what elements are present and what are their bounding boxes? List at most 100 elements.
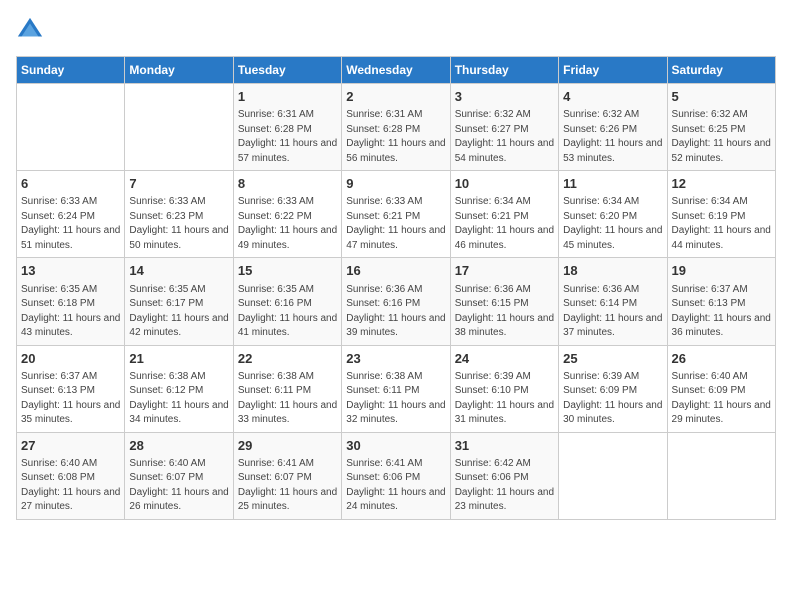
calendar-cell: 7 Sunrise: 6:33 AM Sunset: 6:23 PM Daylig…	[125, 171, 233, 258]
calendar-cell: 18 Sunrise: 6:36 AM Sunset: 6:14 PM Dayli…	[559, 258, 667, 345]
day-info: Sunrise: 6:31 AM Sunset: 6:28 PM Dayligh…	[238, 108, 337, 166]
day-number: 29	[238, 437, 337, 455]
calendar-cell: 1 Sunrise: 6:31 AM Sunset: 6:28 PM Daylig…	[233, 84, 341, 171]
day-info: Sunrise: 6:35 AM Sunset: 6:18 PM Dayligh…	[21, 283, 120, 341]
calendar-body: 1 Sunrise: 6:31 AM Sunset: 6:28 PM Daylig…	[17, 84, 776, 520]
calendar-cell: 31 Sunrise: 6:42 AM Sunset: 6:06 PM Dayli…	[450, 432, 558, 519]
calendar-cell: 29 Sunrise: 6:41 AM Sunset: 6:07 PM Dayli…	[233, 432, 341, 519]
day-number: 6	[21, 175, 120, 193]
calendar-week-2: 6 Sunrise: 6:33 AM Sunset: 6:24 PM Daylig…	[17, 171, 776, 258]
day-info: Sunrise: 6:35 AM Sunset: 6:17 PM Dayligh…	[129, 283, 228, 341]
day-number: 23	[346, 350, 445, 368]
day-info: Sunrise: 6:32 AM Sunset: 6:25 PM Dayligh…	[672, 108, 771, 166]
calendar-cell	[125, 84, 233, 171]
header-cell-thursday: Thursday	[450, 57, 558, 84]
day-number: 9	[346, 175, 445, 193]
day-number: 16	[346, 262, 445, 280]
day-number: 7	[129, 175, 228, 193]
day-number: 4	[563, 88, 662, 106]
calendar-cell: 3Sunrise: 6:32 AM Sunset: 6:27 PM Daylig…	[450, 84, 558, 171]
calendar-cell: 23 Sunrise: 6:38 AM Sunset: 6:11 PM Dayli…	[342, 345, 450, 432]
calendar-cell	[559, 432, 667, 519]
day-info: Sunrise: 6:39 AM Sunset: 6:10 PM Dayligh…	[455, 370, 554, 428]
logo	[16, 16, 48, 44]
day-number: 30	[346, 437, 445, 455]
day-number: 22	[238, 350, 337, 368]
day-number: 3	[455, 88, 554, 106]
calendar-header: SundayMondayTuesdayWednesdayThursdayFrid…	[17, 57, 776, 84]
header-cell-friday: Friday	[559, 57, 667, 84]
day-info: Sunrise: 6:39 AM Sunset: 6:09 PM Dayligh…	[563, 370, 662, 428]
day-number: 26	[672, 350, 771, 368]
day-number: 14	[129, 262, 228, 280]
day-number: 12	[672, 175, 771, 193]
calendar-cell: 12 Sunrise: 6:34 AM Sunset: 6:19 PM Dayli…	[667, 171, 775, 258]
calendar-cell: 10 Sunrise: 6:34 AM Sunset: 6:21 PM Dayli…	[450, 171, 558, 258]
calendar-cell: 16Sunrise: 6:36 AM Sunset: 6:16 PM Dayli…	[342, 258, 450, 345]
calendar-cell: 15 Sunrise: 6:35 AM Sunset: 6:16 PM Dayli…	[233, 258, 341, 345]
day-number: 1	[238, 88, 337, 106]
day-info: Sunrise: 6:34 AM Sunset: 6:21 PM Dayligh…	[455, 195, 554, 253]
day-number: 31	[455, 437, 554, 455]
calendar-cell: 19Sunrise: 6:37 AM Sunset: 6:13 PM Dayli…	[667, 258, 775, 345]
header-row: SundayMondayTuesdayWednesdayThursdayFrid…	[17, 57, 776, 84]
day-info: Sunrise: 6:33 AM Sunset: 6:23 PM Dayligh…	[129, 195, 228, 253]
calendar-week-1: 1 Sunrise: 6:31 AM Sunset: 6:28 PM Daylig…	[17, 84, 776, 171]
day-info: Sunrise: 6:40 AM Sunset: 6:08 PM Dayligh…	[21, 457, 120, 515]
day-info: Sunrise: 6:36 AM Sunset: 6:14 PM Dayligh…	[563, 283, 662, 341]
calendar-cell: 17 Sunrise: 6:36 AM Sunset: 6:15 PM Dayli…	[450, 258, 558, 345]
day-number: 11	[563, 175, 662, 193]
day-number: 5	[672, 88, 771, 106]
day-info: Sunrise: 6:38 AM Sunset: 6:11 PM Dayligh…	[238, 370, 337, 428]
day-info: Sunrise: 6:41 AM Sunset: 6:07 PM Dayligh…	[238, 457, 337, 515]
calendar-table: SundayMondayTuesdayWednesdayThursdayFrid…	[16, 56, 776, 520]
calendar-cell: 25 Sunrise: 6:39 AM Sunset: 6:09 PM Dayli…	[559, 345, 667, 432]
calendar-cell: 11 Sunrise: 6:34 AM Sunset: 6:20 PM Dayli…	[559, 171, 667, 258]
day-info: Sunrise: 6:40 AM Sunset: 6:09 PM Dayligh…	[672, 370, 771, 428]
calendar-cell: 13 Sunrise: 6:35 AM Sunset: 6:18 PM Dayli…	[17, 258, 125, 345]
calendar-week-5: 27 Sunrise: 6:40 AM Sunset: 6:08 PM Dayli…	[17, 432, 776, 519]
day-number: 17	[455, 262, 554, 280]
day-number: 13	[21, 262, 120, 280]
day-info: Sunrise: 6:35 AM Sunset: 6:16 PM Dayligh…	[238, 283, 337, 341]
page-header	[16, 16, 776, 44]
day-info: Sunrise: 6:32 AM Sunset: 6:26 PM Dayligh…	[563, 108, 662, 166]
calendar-cell: 28Sunrise: 6:40 AM Sunset: 6:07 PM Dayli…	[125, 432, 233, 519]
day-info: Sunrise: 6:38 AM Sunset: 6:11 PM Dayligh…	[346, 370, 445, 428]
day-number: 28	[129, 437, 228, 455]
day-number: 20	[21, 350, 120, 368]
day-number: 2	[346, 88, 445, 106]
calendar-cell	[17, 84, 125, 171]
calendar-cell: 9 Sunrise: 6:33 AM Sunset: 6:21 PM Daylig…	[342, 171, 450, 258]
calendar-cell: 30 Sunrise: 6:41 AM Sunset: 6:06 PM Dayli…	[342, 432, 450, 519]
day-info: Sunrise: 6:33 AM Sunset: 6:22 PM Dayligh…	[238, 195, 337, 253]
day-number: 25	[563, 350, 662, 368]
day-number: 21	[129, 350, 228, 368]
logo-icon	[16, 16, 44, 44]
calendar-cell: 27 Sunrise: 6:40 AM Sunset: 6:08 PM Dayli…	[17, 432, 125, 519]
calendar-week-3: 13 Sunrise: 6:35 AM Sunset: 6:18 PM Dayli…	[17, 258, 776, 345]
day-info: Sunrise: 6:41 AM Sunset: 6:06 PM Dayligh…	[346, 457, 445, 515]
calendar-cell: 2 Sunrise: 6:31 AM Sunset: 6:28 PM Daylig…	[342, 84, 450, 171]
day-info: Sunrise: 6:31 AM Sunset: 6:28 PM Dayligh…	[346, 108, 445, 166]
day-info: Sunrise: 6:33 AM Sunset: 6:24 PM Dayligh…	[21, 195, 120, 253]
calendar-cell: 22 Sunrise: 6:38 AM Sunset: 6:11 PM Dayli…	[233, 345, 341, 432]
day-info: Sunrise: 6:34 AM Sunset: 6:20 PM Dayligh…	[563, 195, 662, 253]
calendar-cell: 24Sunrise: 6:39 AM Sunset: 6:10 PM Dayli…	[450, 345, 558, 432]
header-cell-monday: Monday	[125, 57, 233, 84]
day-number: 18	[563, 262, 662, 280]
header-cell-saturday: Saturday	[667, 57, 775, 84]
day-info: Sunrise: 6:33 AM Sunset: 6:21 PM Dayligh…	[346, 195, 445, 253]
day-info: Sunrise: 6:42 AM Sunset: 6:06 PM Dayligh…	[455, 457, 554, 515]
calendar-cell: 8 Sunrise: 6:33 AM Sunset: 6:22 PM Daylig…	[233, 171, 341, 258]
day-number: 10	[455, 175, 554, 193]
day-info: Sunrise: 6:36 AM Sunset: 6:15 PM Dayligh…	[455, 283, 554, 341]
day-number: 27	[21, 437, 120, 455]
calendar-week-4: 20Sunrise: 6:37 AM Sunset: 6:13 PM Dayli…	[17, 345, 776, 432]
header-cell-tuesday: Tuesday	[233, 57, 341, 84]
day-number: 15	[238, 262, 337, 280]
day-info: Sunrise: 6:34 AM Sunset: 6:19 PM Dayligh…	[672, 195, 771, 253]
calendar-cell: 20Sunrise: 6:37 AM Sunset: 6:13 PM Dayli…	[17, 345, 125, 432]
day-info: Sunrise: 6:37 AM Sunset: 6:13 PM Dayligh…	[672, 283, 771, 341]
day-number: 8	[238, 175, 337, 193]
